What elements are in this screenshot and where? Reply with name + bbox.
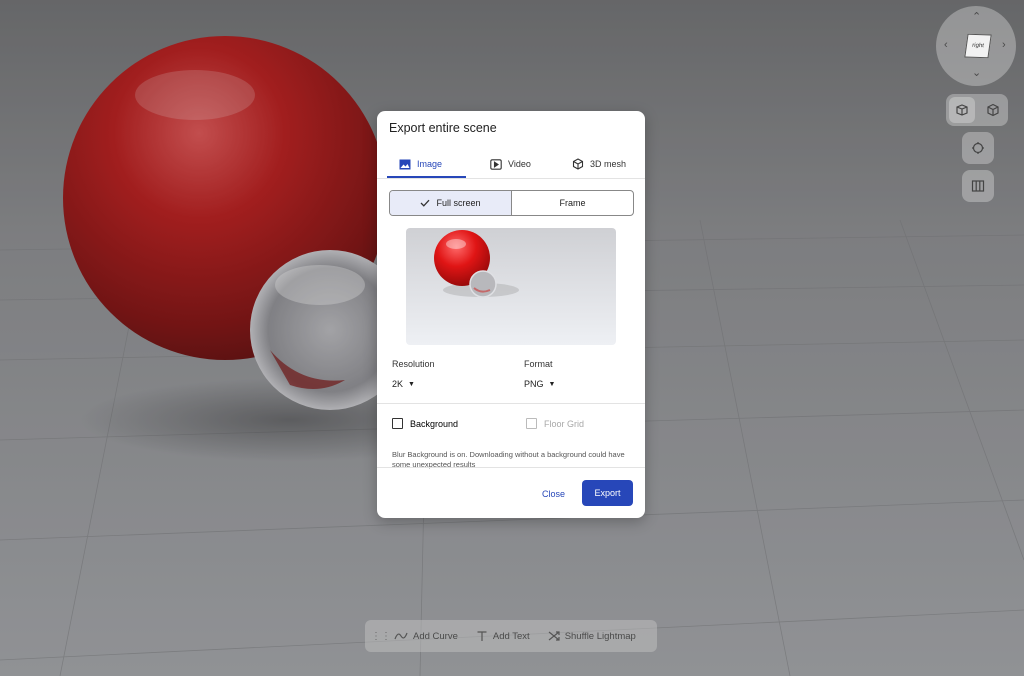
full-screen-option[interactable]: Full screen	[390, 191, 512, 215]
dialog-title: Export entire scene	[389, 121, 497, 135]
tab-video-label: Video	[508, 159, 531, 169]
frame-option[interactable]: Frame	[512, 191, 633, 215]
crosshair-icon	[972, 142, 984, 154]
focus-button[interactable]	[962, 132, 994, 164]
text-icon	[477, 631, 487, 641]
close-button[interactable]: Close	[537, 481, 570, 507]
perspective-view-button[interactable]	[980, 97, 1006, 123]
format-select[interactable]: PNG ▼	[524, 379, 555, 389]
rotate-up-icon[interactable]: ⌃	[972, 12, 981, 23]
drag-handle-icon[interactable]: ⋮⋮	[371, 631, 391, 642]
rotate-left-icon[interactable]: ‹	[944, 40, 948, 51]
navigation-cube[interactable]: ⌃ ⌄ ‹ › right	[936, 6, 1016, 86]
frame-label: Frame	[559, 198, 586, 208]
tab-image[interactable]: Image	[399, 151, 442, 177]
divider	[377, 403, 645, 404]
cube-icon	[572, 158, 584, 170]
cube-face[interactable]: right	[964, 33, 992, 59]
resolution-label: Resolution	[392, 359, 435, 369]
full-screen-label: Full screen	[436, 198, 481, 208]
shuffle-lightmap-button[interactable]: Shuffle Lightmap	[539, 620, 645, 652]
format-value: PNG	[524, 379, 544, 389]
add-text-button[interactable]: Add Text	[467, 620, 539, 652]
floor-grid-checkbox[interactable]: Floor Grid	[526, 418, 584, 429]
projection-toggle	[946, 94, 1008, 126]
export-preview	[406, 228, 616, 345]
add-curve-button[interactable]: Add Curve	[385, 620, 467, 652]
checkbox-box	[526, 418, 537, 429]
add-text-label: Add Text	[492, 630, 530, 642]
image-icon	[399, 159, 411, 169]
add-curve-label: Add Curve	[413, 630, 458, 642]
check-icon	[421, 199, 430, 207]
tab-3d-mesh[interactable]: 3D mesh	[572, 151, 626, 177]
capture-mode-toggle: Full screen Frame	[389, 190, 634, 216]
rotate-down-icon[interactable]: ⌄	[972, 68, 981, 79]
tab-3d-mesh-label: 3D mesh	[590, 159, 627, 169]
export-dialog: Export entire scene Image Video 3D mesh …	[377, 111, 645, 518]
tab-image-label: Image	[417, 159, 443, 169]
resolution-value: 2K	[392, 379, 404, 389]
format-label: Format	[524, 359, 553, 369]
caret-down-icon: ▼	[548, 380, 556, 388]
shuffle-icon	[548, 631, 560, 641]
active-tab-indicator	[387, 176, 466, 178]
ortho-cube-icon	[955, 104, 968, 116]
perspective-cube-icon	[986, 103, 999, 117]
orthographic-view-button[interactable]	[948, 97, 975, 123]
cube-face-label: right	[971, 42, 985, 50]
divider	[377, 467, 645, 468]
tab-video[interactable]: Video	[490, 151, 531, 177]
curve-icon	[394, 632, 408, 640]
bottom-toolbar: ⋮⋮ Add Curve Add Text Shuffle Lightmap	[365, 620, 657, 652]
columns-icon	[971, 180, 985, 192]
caret-down-icon: ▼	[408, 380, 415, 388]
video-icon	[490, 158, 502, 170]
background-label: Background	[410, 418, 459, 429]
export-button[interactable]: Export	[582, 480, 633, 506]
background-checkbox[interactable]: Background	[392, 418, 458, 429]
export-tabs: Image Video 3D mesh	[377, 151, 645, 179]
split-view-button[interactable]	[962, 170, 994, 202]
floor-grid-label: Floor Grid	[544, 418, 585, 429]
resolution-select[interactable]: 2K ▼	[392, 379, 415, 389]
rotate-right-icon[interactable]: ›	[1002, 40, 1006, 51]
checkbox-box	[392, 418, 403, 429]
shuffle-lightmap-label: Shuffle Lightmap	[564, 630, 636, 642]
